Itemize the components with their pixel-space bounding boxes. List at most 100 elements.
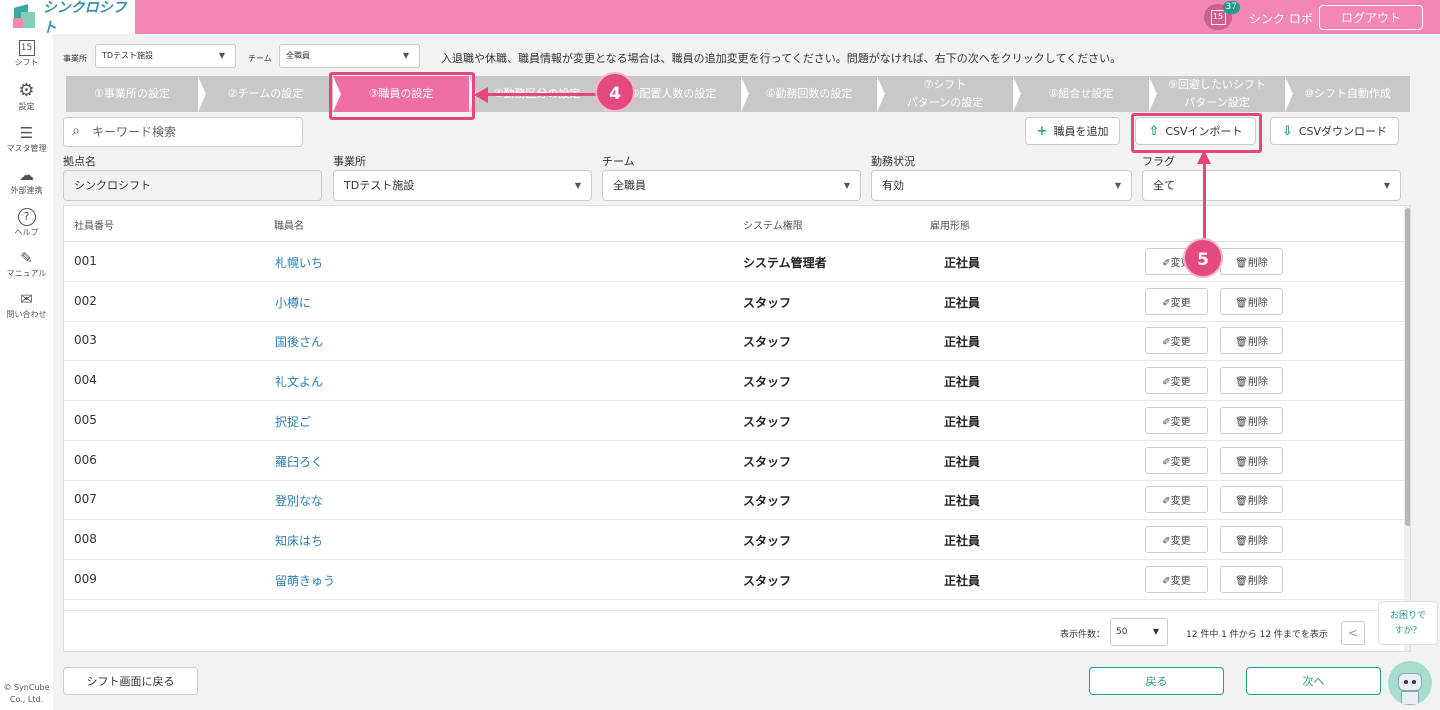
sidebar-item-shift[interactable]: 15 シフト <box>0 40 53 76</box>
sidebar: 15 シフト ⚙ 設定 ☰ マスタ管理 ☁ 外部連携 ? ヘルプ ✎ マニュアル… <box>0 34 53 710</box>
callout-badge-5: 5 <box>1183 238 1223 278</box>
search-input[interactable] <box>92 118 292 146</box>
back-button[interactable]: 戻る <box>1089 667 1224 695</box>
edit-button[interactable]: ✐変更 <box>1145 525 1208 553</box>
chevron-down-icon: ▼ <box>843 181 850 190</box>
employee-id: 001 <box>74 254 97 268</box>
step-8[interactable]: ⑧組合せ設定 <box>1013 76 1149 112</box>
database-icon: ☰ <box>19 124 34 142</box>
sidebar-item-contact[interactable]: ✉ 問い合わせ <box>0 290 53 326</box>
top-team-label: チーム <box>248 54 272 63</box>
notification-calendar-icon[interactable]: 15 37 <box>1204 1 1240 30</box>
sidebar-item-settings[interactable]: ⚙ 設定 <box>0 82 53 118</box>
sidebar-item-manual[interactable]: ✎ マニュアル <box>0 249 53 285</box>
step-divider <box>877 76 885 112</box>
delete-button[interactable]: 🗑削除 <box>1220 367 1283 395</box>
logout-button[interactable]: ログアウト <box>1319 5 1423 30</box>
header-staff-name: 職員名 <box>274 221 304 232</box>
step-7[interactable]: ⑦シフト パターンの設定 <box>877 76 1013 112</box>
chevron-down-icon: ▼ <box>1152 627 1159 636</box>
step-divider <box>198 76 206 112</box>
top-team-select[interactable]: 全職員 ▼ <box>279 44 420 68</box>
edit-button[interactable]: ✐変更 <box>1145 565 1208 593</box>
app-header: シンクロシフト 15 37 シンク ロボ ログアウト <box>0 0 1440 36</box>
header-employment-type: 雇用形態 <box>930 221 970 232</box>
step-10[interactable]: ⑩シフト自動作成 <box>1285 76 1410 112</box>
delete-button[interactable]: 🗑削除 <box>1220 287 1283 315</box>
sidebar-item-help[interactable]: ? ヘルプ <box>0 208 53 244</box>
staff-name-link[interactable]: 小樽に <box>275 294 311 311</box>
keyword-search[interactable]: ⌕ <box>63 117 303 147</box>
step-1[interactable]: ①事業所の設定 <box>66 76 198 112</box>
csv-import-highlight-box <box>1131 113 1262 153</box>
delete-button[interactable]: 🗑削除 <box>1220 327 1283 355</box>
table-row: 008 知床はち スタッフ 正社員 ✐変更 🗑削除 <box>64 520 1404 560</box>
step-9[interactable]: ⑨回避したいシフト パターン設定 <box>1149 76 1285 112</box>
table-scrollbar[interactable] <box>1404 206 1410 651</box>
edit-button[interactable]: ✐変更 <box>1145 486 1208 514</box>
step-divider <box>1285 76 1293 112</box>
delete-button[interactable]: 🗑削除 <box>1220 446 1283 474</box>
step-bar: ①事業所の設定 ②チームの設定 ③職員の設定 ④勤務区分の設定 ⑤配置人数の設定… <box>66 76 1410 112</box>
add-staff-button[interactable]: + 職員を追加 <box>1025 117 1120 145</box>
employee-id: 004 <box>74 373 97 388</box>
step-3-highlight-box <box>329 72 475 120</box>
chevron-down-icon: ▼ <box>574 181 581 190</box>
team-label: チーム <box>602 155 635 168</box>
system-role: システム管理者 <box>743 256 827 270</box>
edit-button[interactable]: ✐変更 <box>1145 367 1208 395</box>
staff-name-link[interactable]: 札幌いち <box>275 254 323 271</box>
staff-name-link[interactable]: 羅臼ろく <box>275 453 323 470</box>
step-6[interactable]: ⑥勤務回数の設定 <box>741 76 877 112</box>
employment-type: 正社員 <box>944 573 981 588</box>
employment-type: 正社員 <box>944 295 981 310</box>
edit-button[interactable]: ✐変更 <box>1145 327 1208 355</box>
edit-button[interactable]: ✐変更 <box>1145 446 1208 474</box>
help-icon: ? <box>17 208 36 226</box>
header-employee-id: 社員番号 <box>74 221 114 232</box>
facility-select[interactable]: TDテスト施設 ▼ <box>333 170 592 201</box>
notification-count-badge: 37 <box>1222 1 1240 14</box>
employment-type: 正社員 <box>944 454 981 469</box>
edit-button[interactable]: ✐変更 <box>1145 287 1208 315</box>
system-role: スタッフ <box>743 414 792 429</box>
status-select[interactable]: 有効 ▼ <box>871 170 1132 201</box>
table-row: 007 登別なな スタッフ 正社員 ✐変更 🗑削除 <box>64 480 1404 521</box>
table-row: 005 択捉ご スタッフ 正社員 ✐変更 🗑削除 <box>64 401 1404 441</box>
staff-name-link[interactable]: 知床はち <box>275 532 323 549</box>
csv-download-button[interactable]: ⇩ CSVダウンロード <box>1270 117 1399 145</box>
scrollbar-thumb[interactable] <box>1405 208 1410 526</box>
team-select[interactable]: 全職員 ▼ <box>602 170 861 201</box>
staff-name-link[interactable]: 国後さん <box>275 333 323 350</box>
delete-button[interactable]: 🗑削除 <box>1220 248 1283 275</box>
help-bubble[interactable]: お困りで すか？ <box>1378 601 1438 645</box>
employee-id: 008 <box>74 531 97 546</box>
next-button[interactable]: 次へ <box>1246 667 1381 695</box>
delete-button[interactable]: 🗑削除 <box>1220 525 1283 553</box>
step-2[interactable]: ②チームの設定 <box>198 76 333 112</box>
pagination: 表示件数： 50 ▼ 12 件中 1 件から 12 件までを表示 < <box>64 610 1404 651</box>
delete-button[interactable]: 🗑削除 <box>1220 406 1283 434</box>
delete-button[interactable]: 🗑削除 <box>1220 486 1283 514</box>
plus-icon: + <box>1036 123 1048 139</box>
staff-name-link[interactable]: 択捉ご <box>275 413 311 430</box>
callout-arrow-head <box>1197 150 1211 164</box>
flag-label: フラグ <box>1142 155 1175 168</box>
staff-name-link[interactable]: 留萌きゅう <box>275 572 335 589</box>
per-page-select[interactable]: 50 ▼ <box>1110 618 1168 646</box>
delete-button[interactable]: 🗑削除 <box>1220 565 1283 593</box>
robot-assistant-icon[interactable] <box>1388 661 1432 705</box>
sidebar-item-master[interactable]: ☰ マスタ管理 <box>0 124 53 160</box>
sidebar-item-integration[interactable]: ☁ 外部連携 <box>0 166 53 202</box>
staff-name-link[interactable]: 礼文よん <box>275 373 323 390</box>
flag-select[interactable]: 全て ▼ <box>1142 170 1401 201</box>
table-row: 006 羅臼ろく スタッフ 正社員 ✐変更 🗑削除 <box>64 441 1404 481</box>
logo[interactable]: シンクロシフト <box>0 0 135 36</box>
back-to-shift-button[interactable]: シフト画面に戻る <box>63 667 198 695</box>
staff-name-link[interactable]: 登別なな <box>275 492 323 509</box>
employee-id: 006 <box>74 452 97 467</box>
edit-button[interactable]: ✐変更 <box>1145 406 1208 434</box>
cloud-icon: ☁ <box>19 166 34 184</box>
prev-page-button[interactable]: < <box>1341 621 1365 645</box>
top-facility-select[interactable]: TDテスト施設 ▼ <box>95 44 236 68</box>
